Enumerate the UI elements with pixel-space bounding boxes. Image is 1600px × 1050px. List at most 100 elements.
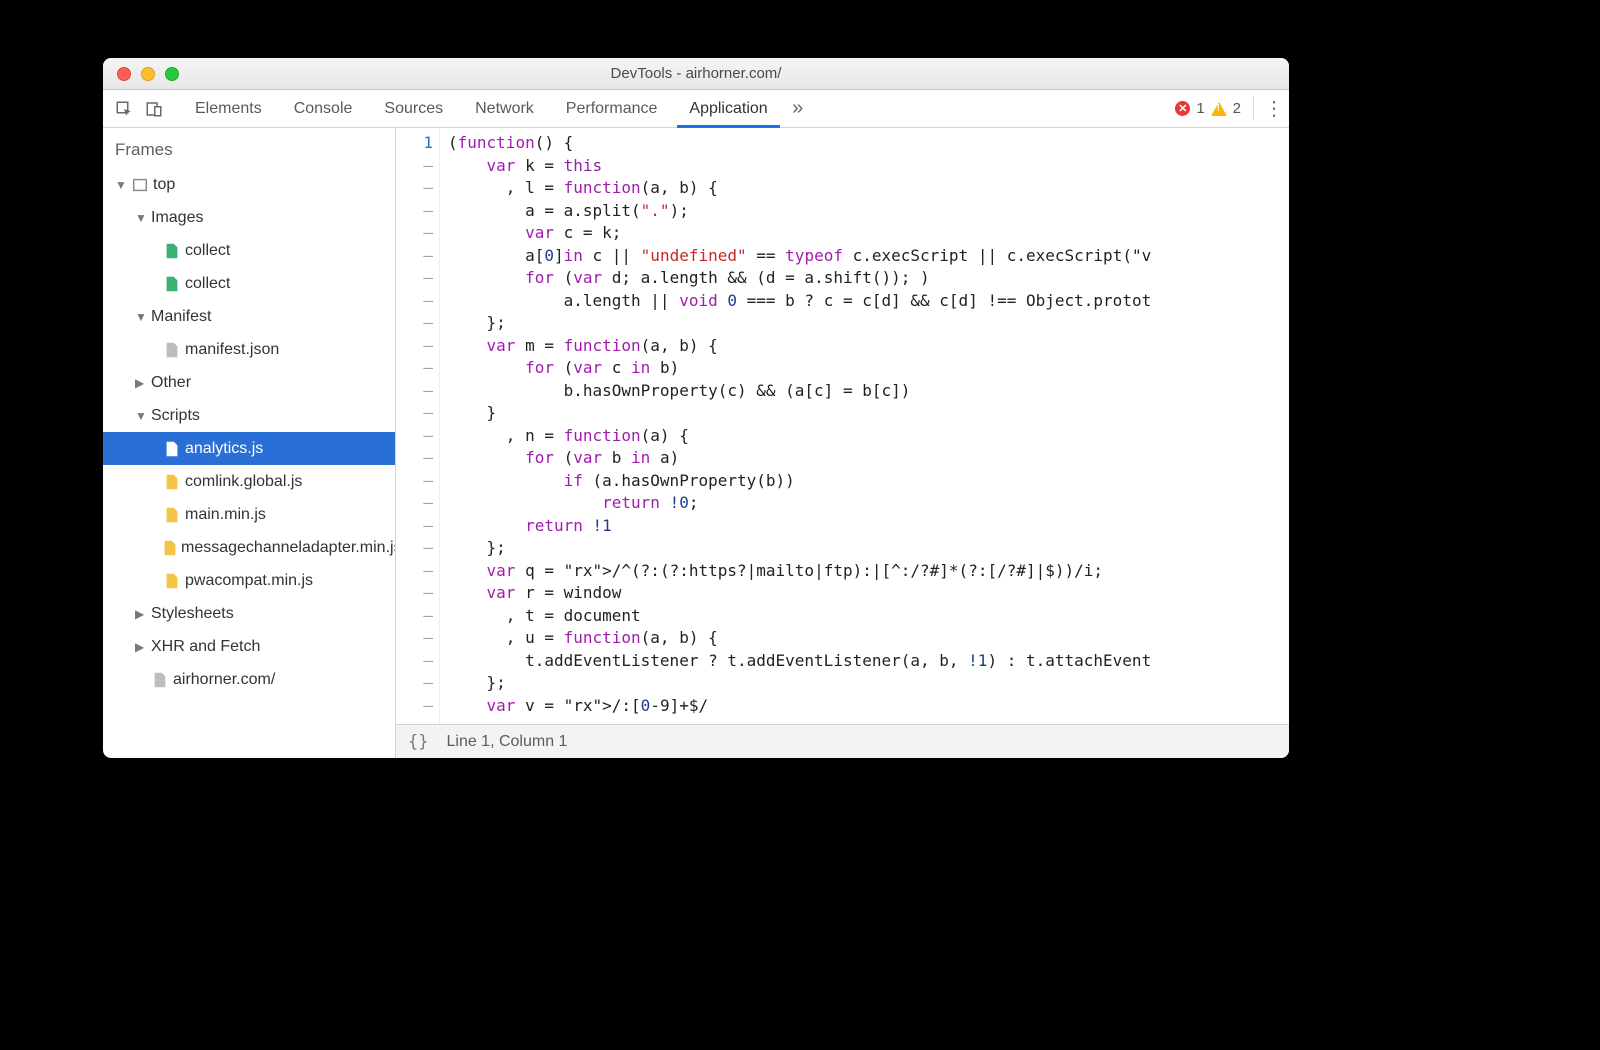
tree-label: Manifest — [149, 308, 211, 326]
tree-manifest-item[interactable]: manifest.json — [103, 333, 395, 366]
fold-marker-icon[interactable]: – — [396, 492, 433, 515]
tree-label: collect — [183, 275, 230, 293]
tree-xhr-fetch[interactable]: ▶ XHR and Fetch — [103, 630, 395, 663]
window-title: DevTools - airhorner.com/ — [103, 65, 1289, 82]
error-badge-icon[interactable]: ✕ — [1175, 101, 1190, 116]
document-file-icon — [161, 341, 183, 359]
fold-marker-icon[interactable]: – — [396, 605, 433, 628]
code-text[interactable]: (function() { var k = this , l = functio… — [440, 128, 1289, 724]
fold-marker-icon[interactable]: – — [396, 290, 433, 313]
tab-console[interactable]: Console — [278, 90, 369, 127]
tabs-overflow-icon[interactable]: » — [784, 90, 812, 127]
sidebar-section-title: Frames — [103, 128, 395, 168]
image-file-icon — [161, 242, 183, 260]
script-file-icon — [161, 539, 179, 557]
fold-marker-icon[interactable]: – — [396, 177, 433, 200]
frame-icon — [129, 176, 151, 194]
tab-elements[interactable]: Elements — [179, 90, 278, 127]
tree-script-item[interactable]: comlink.global.js — [103, 465, 395, 498]
tree-script-item[interactable]: pwacompat.min.js — [103, 564, 395, 597]
fold-marker-icon[interactable]: – — [396, 672, 433, 695]
frames-sidebar: Frames ▼ top ▼ Images collect — [103, 128, 396, 758]
fold-marker-icon[interactable]: – — [396, 447, 433, 470]
tree-other[interactable]: ▶ Other — [103, 366, 395, 399]
fold-marker-icon[interactable]: – — [396, 402, 433, 425]
error-count[interactable]: 1 — [1196, 100, 1204, 117]
tree-image-item[interactable]: collect — [103, 267, 395, 300]
inspect-icon[interactable] — [109, 90, 139, 127]
device-icon[interactable] — [139, 90, 169, 127]
tree-label: messagechanneladapter.min.js — [179, 539, 395, 557]
tab-sources[interactable]: Sources — [368, 90, 459, 127]
panel-body: Frames ▼ top ▼ Images collect — [103, 128, 1289, 758]
chevron-right-icon: ▶ — [135, 376, 149, 390]
tree-label: manifest.json — [183, 341, 279, 359]
tree-label: Stylesheets — [149, 605, 234, 623]
fold-marker-icon[interactable]: – — [396, 380, 433, 403]
chevron-right-icon: ▶ — [135, 607, 149, 621]
tree-stylesheets[interactable]: ▶ Stylesheets — [103, 597, 395, 630]
fold-marker-icon[interactable]: – — [396, 155, 433, 178]
fold-marker-icon[interactable]: – — [396, 537, 433, 560]
fold-marker-icon[interactable]: – — [396, 695, 433, 718]
script-file-icon — [161, 572, 183, 590]
fold-marker-icon[interactable]: – — [396, 222, 433, 245]
fold-marker-icon[interactable]: – — [396, 335, 433, 358]
line-number: 1 — [396, 132, 433, 155]
tree-label: Scripts — [149, 407, 200, 425]
spacer-icon — [135, 673, 149, 687]
pretty-print-icon[interactable]: {} — [408, 732, 428, 752]
chevron-down-icon: ▼ — [135, 211, 149, 225]
chevron-right-icon: ▶ — [135, 640, 149, 654]
tree-label: top — [151, 176, 175, 194]
tree-image-item[interactable]: collect — [103, 234, 395, 267]
chevron-down-icon: ▼ — [115, 178, 129, 192]
tree-script-item[interactable]: main.min.js — [103, 498, 395, 531]
fold-marker-icon[interactable]: – — [396, 582, 433, 605]
script-file-icon — [161, 473, 183, 491]
tree-label: XHR and Fetch — [149, 638, 260, 656]
kebab-menu-icon[interactable]: ⋮ — [1253, 96, 1275, 121]
toolbar-status: ✕ 1 2 ⋮ — [1175, 90, 1283, 127]
fold-marker-icon[interactable]: – — [396, 312, 433, 335]
fold-marker-icon[interactable]: – — [396, 357, 433, 380]
fold-marker-icon[interactable]: – — [396, 650, 433, 673]
titlebar: DevTools - airhorner.com/ — [103, 58, 1289, 90]
chevron-down-icon: ▼ — [135, 409, 149, 423]
tree-label: Other — [149, 374, 191, 392]
tree-label: main.min.js — [183, 506, 266, 524]
fold-marker-icon[interactable]: – — [396, 245, 433, 268]
fold-marker-icon[interactable]: – — [396, 425, 433, 448]
warning-count[interactable]: 2 — [1233, 100, 1241, 117]
image-file-icon — [161, 275, 183, 293]
tree-label: pwacompat.min.js — [183, 572, 313, 590]
tree-manifest[interactable]: ▼ Manifest — [103, 300, 395, 333]
tree-top[interactable]: ▼ top — [103, 168, 395, 201]
fold-marker-icon[interactable]: – — [396, 515, 433, 538]
devtools-toolbar: Elements Console Sources Network Perform… — [103, 90, 1289, 128]
source-editor: 1 – – – – – – – – – – – – – – – – – – – … — [396, 128, 1289, 758]
tree-label: analytics.js — [183, 440, 263, 458]
fold-marker-icon[interactable]: – — [396, 470, 433, 493]
panel-tabs: Elements Console Sources Network Perform… — [179, 90, 812, 127]
tab-performance[interactable]: Performance — [550, 90, 674, 127]
tree-script-item[interactable]: analytics.js — [103, 432, 395, 465]
tree-scripts[interactable]: ▼ Scripts — [103, 399, 395, 432]
tree-root-doc[interactable]: airhorner.com/ — [103, 663, 395, 696]
chevron-down-icon: ▼ — [135, 310, 149, 324]
fold-marker-icon[interactable]: – — [396, 627, 433, 650]
tree-script-item[interactable]: messagechanneladapter.min.js — [103, 531, 395, 564]
script-file-icon — [161, 440, 183, 458]
warning-badge-icon[interactable] — [1211, 102, 1227, 116]
fold-marker-icon[interactable]: – — [396, 200, 433, 223]
editor-statusbar: {} Line 1, Column 1 — [396, 724, 1289, 758]
fold-marker-icon[interactable]: – — [396, 267, 433, 290]
tree-images[interactable]: ▼ Images — [103, 201, 395, 234]
tab-application[interactable]: Application — [673, 90, 783, 127]
tree-label: comlink.global.js — [183, 473, 302, 491]
line-gutter[interactable]: 1 – – – – – – – – – – – – – – – – – – – … — [396, 128, 440, 724]
code-area[interactable]: 1 – – – – – – – – – – – – – – – – – – – … — [396, 128, 1289, 724]
tree-label: Images — [149, 209, 203, 227]
tab-network[interactable]: Network — [459, 90, 550, 127]
fold-marker-icon[interactable]: – — [396, 560, 433, 583]
